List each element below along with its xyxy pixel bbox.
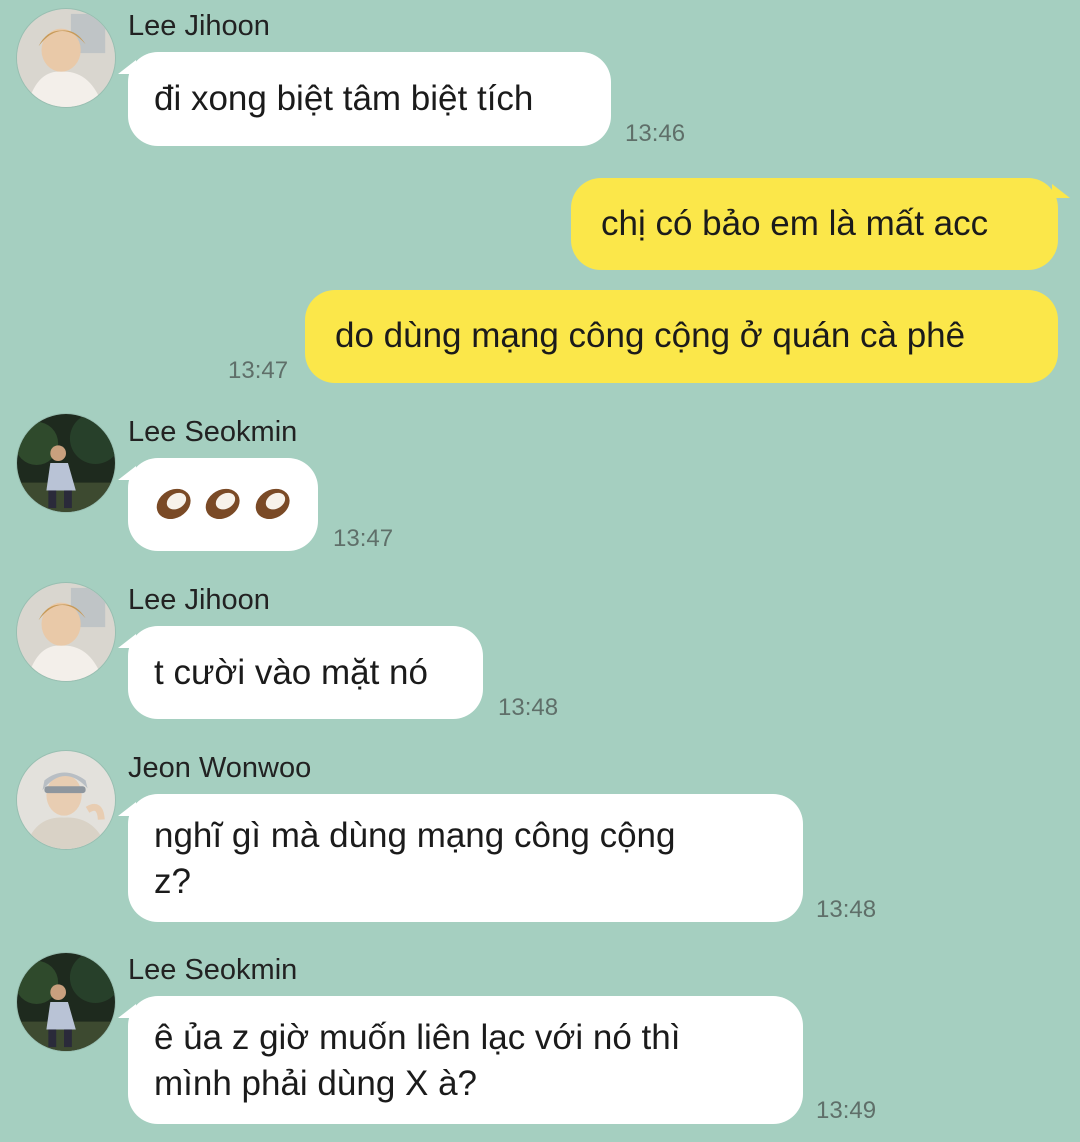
avatar-jeon-wonwoo[interactable] bbox=[16, 750, 116, 850]
sender-name: Lee Seokmin bbox=[128, 416, 298, 448]
coconut-icon bbox=[156, 488, 191, 520]
message-time: 13:46 bbox=[625, 120, 686, 147]
message-bubble[interactable]: đi xong biệt tâm biệt tích bbox=[128, 52, 611, 146]
message-text-line: ê ủa z giờ muốn liên lạc với nó thì bbox=[154, 1018, 681, 1057]
avatar-lee-jihoon[interactable] bbox=[16, 8, 116, 108]
message-bubble[interactable]: nghĩ gì mà dùng mạng công cộng z? bbox=[128, 794, 803, 922]
avatar-image bbox=[17, 414, 115, 512]
avatar-image bbox=[17, 583, 115, 681]
message-bubble[interactable] bbox=[128, 458, 318, 551]
message-text-line: mình phải dùng X à? bbox=[154, 1064, 478, 1103]
message-time: 13:48 bbox=[498, 694, 559, 721]
sender-name: Jeon Wonwoo bbox=[128, 752, 312, 784]
message-bubble[interactable]: do dùng mạng công cộng ở quán cà phê bbox=[305, 290, 1058, 383]
message-text: chị có bảo em là mất acc bbox=[601, 204, 989, 243]
message-time: 13:47 bbox=[333, 525, 394, 552]
avatar-image bbox=[17, 953, 115, 1051]
message-text: đi xong biệt tâm biệt tích bbox=[154, 79, 534, 118]
message-text: do dùng mạng công cộng ở quán cà phê bbox=[335, 316, 966, 355]
avatar-lee-seokmin[interactable] bbox=[16, 413, 116, 513]
avatar-image bbox=[17, 751, 115, 849]
message-time: 13:49 bbox=[816, 1097, 877, 1124]
message-bubble[interactable]: chị có bảo em là mất acc bbox=[571, 178, 1058, 270]
message-bubble[interactable]: t cười vào mặt nó bbox=[128, 626, 483, 719]
avatar-image bbox=[17, 9, 115, 107]
message-text-line: z? bbox=[154, 862, 191, 901]
message-time: 13:47 bbox=[228, 357, 289, 384]
avatar-lee-jihoon[interactable] bbox=[16, 582, 116, 682]
coconut-icon bbox=[206, 488, 240, 520]
sender-name: Lee Jihoon bbox=[128, 584, 270, 616]
sender-name: Lee Seokmin bbox=[128, 954, 298, 986]
coconut-icon bbox=[255, 488, 290, 520]
message-text: t cười vào mặt nó bbox=[154, 653, 428, 692]
emoji-row bbox=[154, 482, 292, 524]
message-text-line: nghĩ gì mà dùng mạng công cộng bbox=[154, 816, 676, 855]
avatar-lee-seokmin[interactable] bbox=[16, 952, 116, 1052]
message-bubble[interactable]: ê ủa z giờ muốn liên lạc với nó thì mình… bbox=[128, 996, 803, 1124]
message-time: 13:48 bbox=[816, 896, 877, 923]
sender-name: Lee Jihoon bbox=[128, 10, 270, 42]
